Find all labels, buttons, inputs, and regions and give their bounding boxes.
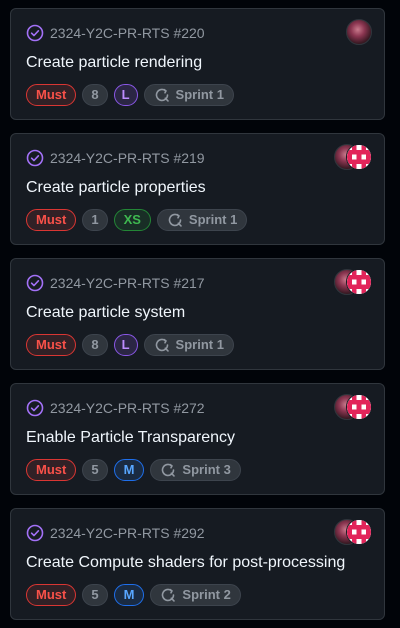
issue-card[interactable]: 2324-Y2C-PR-RTS #292 Create Compute shad… (10, 508, 385, 620)
issue-card[interactable]: 2324-Y2C-PR-RTS #219 Create particle pro… (10, 133, 385, 245)
project-board-column: 2324-Y2C-PR-RTS #220 Create particle ren… (0, 0, 400, 628)
estimate-badge[interactable]: 5 (82, 459, 108, 481)
issue-reference-link[interactable]: 2324-Y2C-PR-RTS #220 (50, 24, 205, 42)
assignees (332, 144, 372, 170)
sprint-badge[interactable]: Sprint 1 (156, 209, 248, 231)
issue-closed-icon (26, 399, 44, 417)
priority-badge[interactable]: Must (26, 84, 77, 106)
card-fields: Must 8 L Sprint 1 (26, 334, 234, 356)
photo-avatar[interactable] (346, 19, 372, 45)
issue-reference-link[interactable]: 2324-Y2C-PR-RTS #217 (50, 274, 205, 292)
sprint-label: Sprint 2 (182, 587, 231, 602)
assignees (332, 19, 372, 45)
priority-badge[interactable]: Must (26, 209, 77, 231)
issue-title[interactable]: Create Compute shaders for post-processi… (26, 552, 345, 574)
priority-badge[interactable]: Must (26, 459, 77, 481)
sprint-badge[interactable]: Sprint 2 (150, 584, 241, 606)
size-badge[interactable]: XS (113, 209, 151, 231)
issue-closed-icon (26, 24, 44, 42)
iteration-icon (160, 587, 176, 603)
issue-reference-link[interactable]: 2324-Y2C-PR-RTS #219 (50, 149, 205, 167)
iteration-icon (154, 337, 170, 353)
card-fields: Must 5 M Sprint 3 (26, 459, 241, 481)
issue-reference-link[interactable]: 2324-Y2C-PR-RTS #272 (50, 399, 205, 417)
assignees (332, 519, 372, 545)
size-badge[interactable]: M (113, 459, 145, 481)
sprint-label: Sprint 1 (175, 337, 224, 352)
issue-card[interactable]: 2324-Y2C-PR-RTS #217 Create particle sys… (10, 258, 385, 370)
sprint-label: Sprint 1 (188, 212, 238, 227)
card-fields: Must 5 M Sprint 2 (26, 584, 241, 606)
issue-closed-icon (26, 149, 44, 167)
iteration-icon (160, 462, 176, 478)
pixel-avatar[interactable] (346, 144, 372, 170)
card-header: 2324-Y2C-PR-RTS #219 (26, 149, 205, 167)
sprint-label: Sprint 1 (175, 87, 224, 102)
issue-title[interactable]: Enable Particle Transparency (26, 427, 235, 449)
priority-badge[interactable]: Must (26, 584, 77, 606)
sprint-badge[interactable]: Sprint 1 (143, 334, 234, 356)
issue-card[interactable]: 2324-Y2C-PR-RTS #220 Create particle ren… (10, 8, 385, 120)
estimate-badge[interactable]: 8 (82, 84, 108, 106)
issue-title[interactable]: Create particle rendering (26, 52, 202, 74)
assignees (332, 394, 372, 420)
issue-title[interactable]: Create particle system (26, 302, 185, 324)
card-header: 2324-Y2C-PR-RTS #272 (26, 399, 205, 417)
estimate-badge[interactable]: 1 (82, 209, 108, 231)
pixel-avatar[interactable] (346, 269, 372, 295)
card-header: 2324-Y2C-PR-RTS #292 (26, 524, 205, 542)
priority-badge[interactable]: Must (26, 334, 77, 356)
sprint-badge[interactable]: Sprint 3 (150, 459, 241, 481)
issue-title[interactable]: Create particle properties (26, 177, 206, 199)
card-header: 2324-Y2C-PR-RTS #217 (26, 274, 205, 292)
card-fields: Must 1 XS Sprint 1 (26, 209, 248, 231)
assignees (332, 269, 372, 295)
iteration-icon (154, 87, 170, 103)
issue-card[interactable]: 2324-Y2C-PR-RTS #272 Enable Particle Tra… (10, 383, 385, 495)
pixel-avatar[interactable] (346, 519, 372, 545)
size-badge[interactable]: L (113, 84, 138, 106)
estimate-badge[interactable]: 5 (82, 584, 108, 606)
issue-reference-link[interactable]: 2324-Y2C-PR-RTS #292 (50, 524, 205, 542)
estimate-badge[interactable]: 8 (82, 334, 108, 356)
card-fields: Must 8 L Sprint 1 (26, 84, 234, 106)
card-header: 2324-Y2C-PR-RTS #220 (26, 24, 205, 42)
iteration-icon (167, 212, 183, 228)
sprint-label: Sprint 3 (182, 462, 231, 477)
size-badge[interactable]: M (113, 584, 145, 606)
pixel-avatar[interactable] (346, 394, 372, 420)
sprint-badge[interactable]: Sprint 1 (143, 84, 234, 106)
issue-closed-icon (26, 524, 44, 542)
size-badge[interactable]: L (113, 334, 138, 356)
issue-closed-icon (26, 274, 44, 292)
